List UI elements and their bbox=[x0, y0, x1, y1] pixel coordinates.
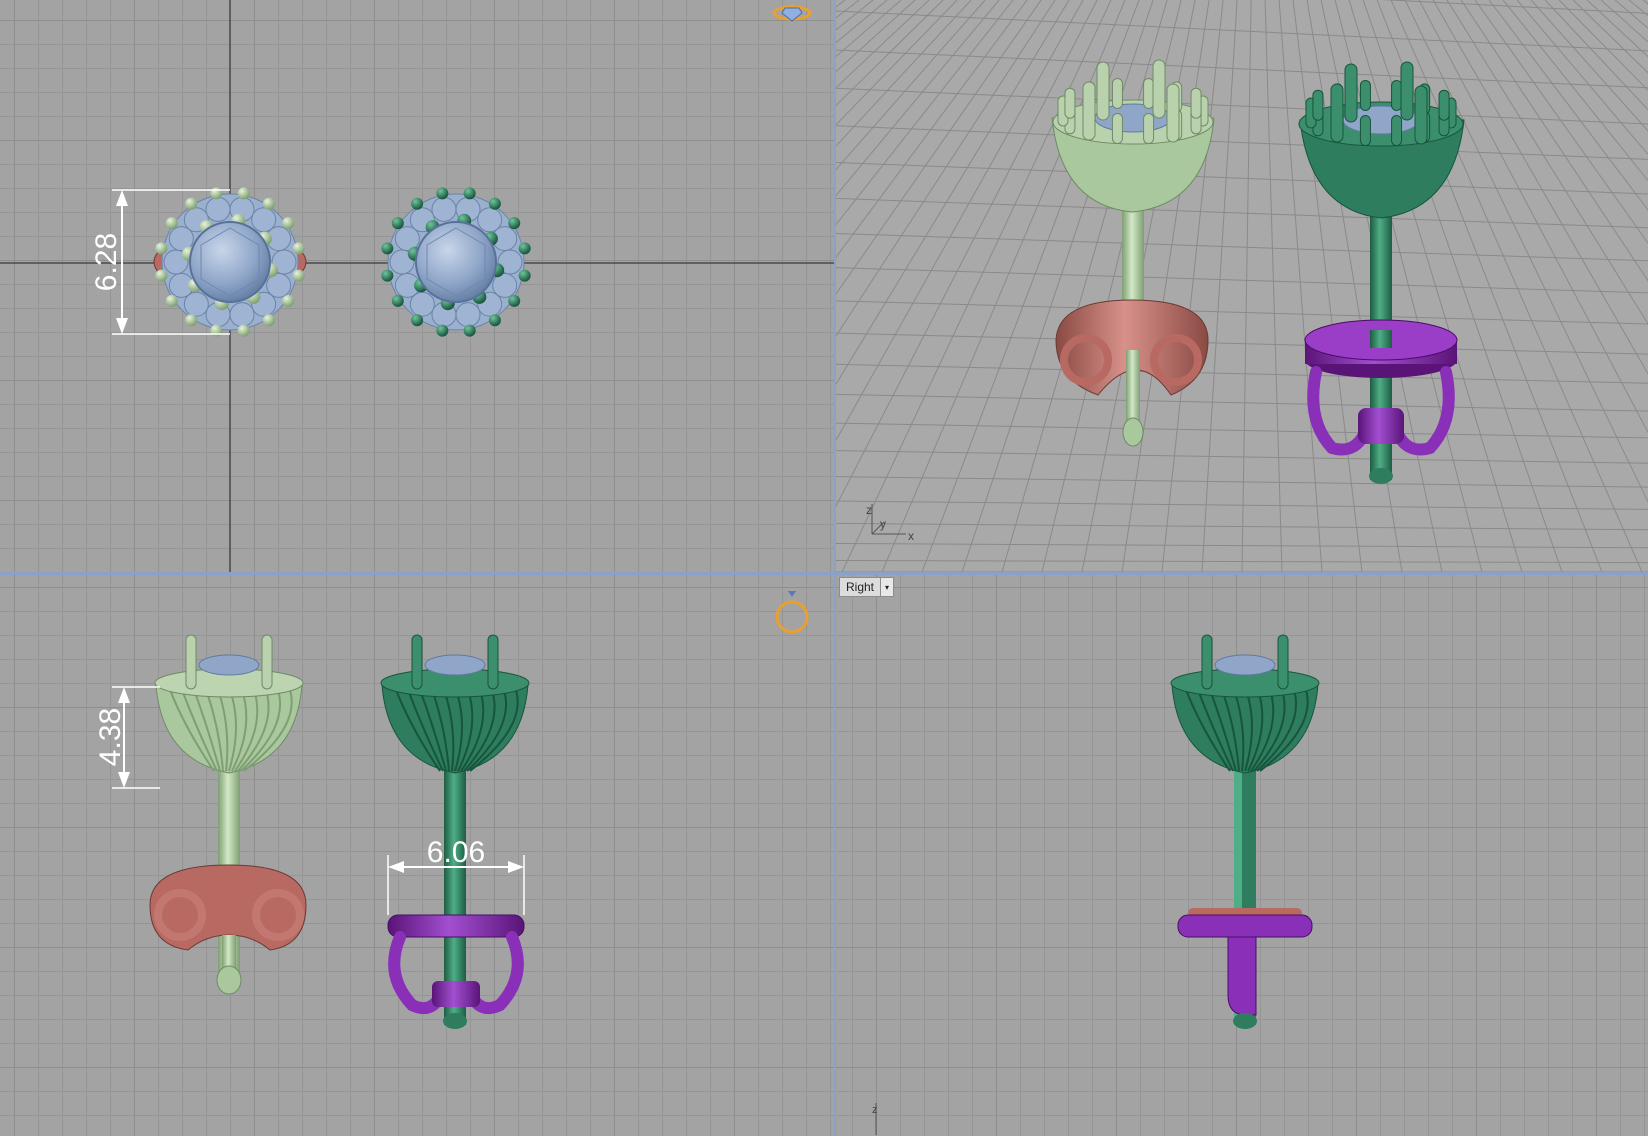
axis-y-label: y bbox=[880, 517, 886, 531]
perspective-canvas: z y x bbox=[836, 0, 1648, 572]
dimension-diameter-label: 6.28 bbox=[90, 233, 123, 291]
earring-right-front[interactable] bbox=[380, 634, 530, 1029]
rhino-modeling-workspace: 6.28 z y x 4.38 6.06 Right ▾ z bbox=[0, 0, 1648, 1136]
earring-right-side[interactable] bbox=[1170, 634, 1320, 1029]
dimension-height-label: 4.38 bbox=[94, 708, 127, 766]
viewport-divider-horizontal[interactable] bbox=[0, 572, 1648, 575]
viewport-right[interactable]: Right ▾ z bbox=[836, 575, 1648, 1136]
earring-left-perspective[interactable] bbox=[1051, 59, 1215, 447]
viewport-divider-vertical[interactable] bbox=[834, 0, 836, 1136]
earring-right-perspective[interactable] bbox=[1298, 61, 1465, 484]
axis-gizmo-icon-right: z bbox=[872, 1103, 878, 1135]
dimension-height[interactable]: 4.38 bbox=[94, 686, 160, 789]
perspective-grid bbox=[836, 0, 1648, 572]
earring-right-top[interactable] bbox=[381, 187, 531, 337]
right-view-canvas: z bbox=[872, 634, 1320, 1135]
earring-left-top[interactable] bbox=[155, 187, 305, 337]
top-view-canvas: 6.28 bbox=[0, 0, 834, 572]
ring-outline-icon[interactable] bbox=[775, 591, 809, 634]
axis-z-label: z bbox=[866, 503, 872, 517]
viewport-perspective[interactable]: z y x bbox=[836, 0, 1648, 572]
axis-x-label: x bbox=[908, 529, 914, 543]
axis-z-label-right: z bbox=[872, 1104, 878, 1116]
earring-left-front[interactable] bbox=[149, 634, 307, 995]
axis-gizmo-icon bbox=[871, 504, 906, 535]
dimension-width-label: 6.06 bbox=[427, 836, 485, 869]
gem-ring-icon[interactable] bbox=[772, 5, 812, 22]
viewport-front[interactable]: 4.38 6.06 bbox=[0, 575, 834, 1136]
viewport-top[interactable]: 6.28 bbox=[0, 0, 834, 572]
front-view-canvas: 4.38 6.06 bbox=[94, 591, 809, 1029]
